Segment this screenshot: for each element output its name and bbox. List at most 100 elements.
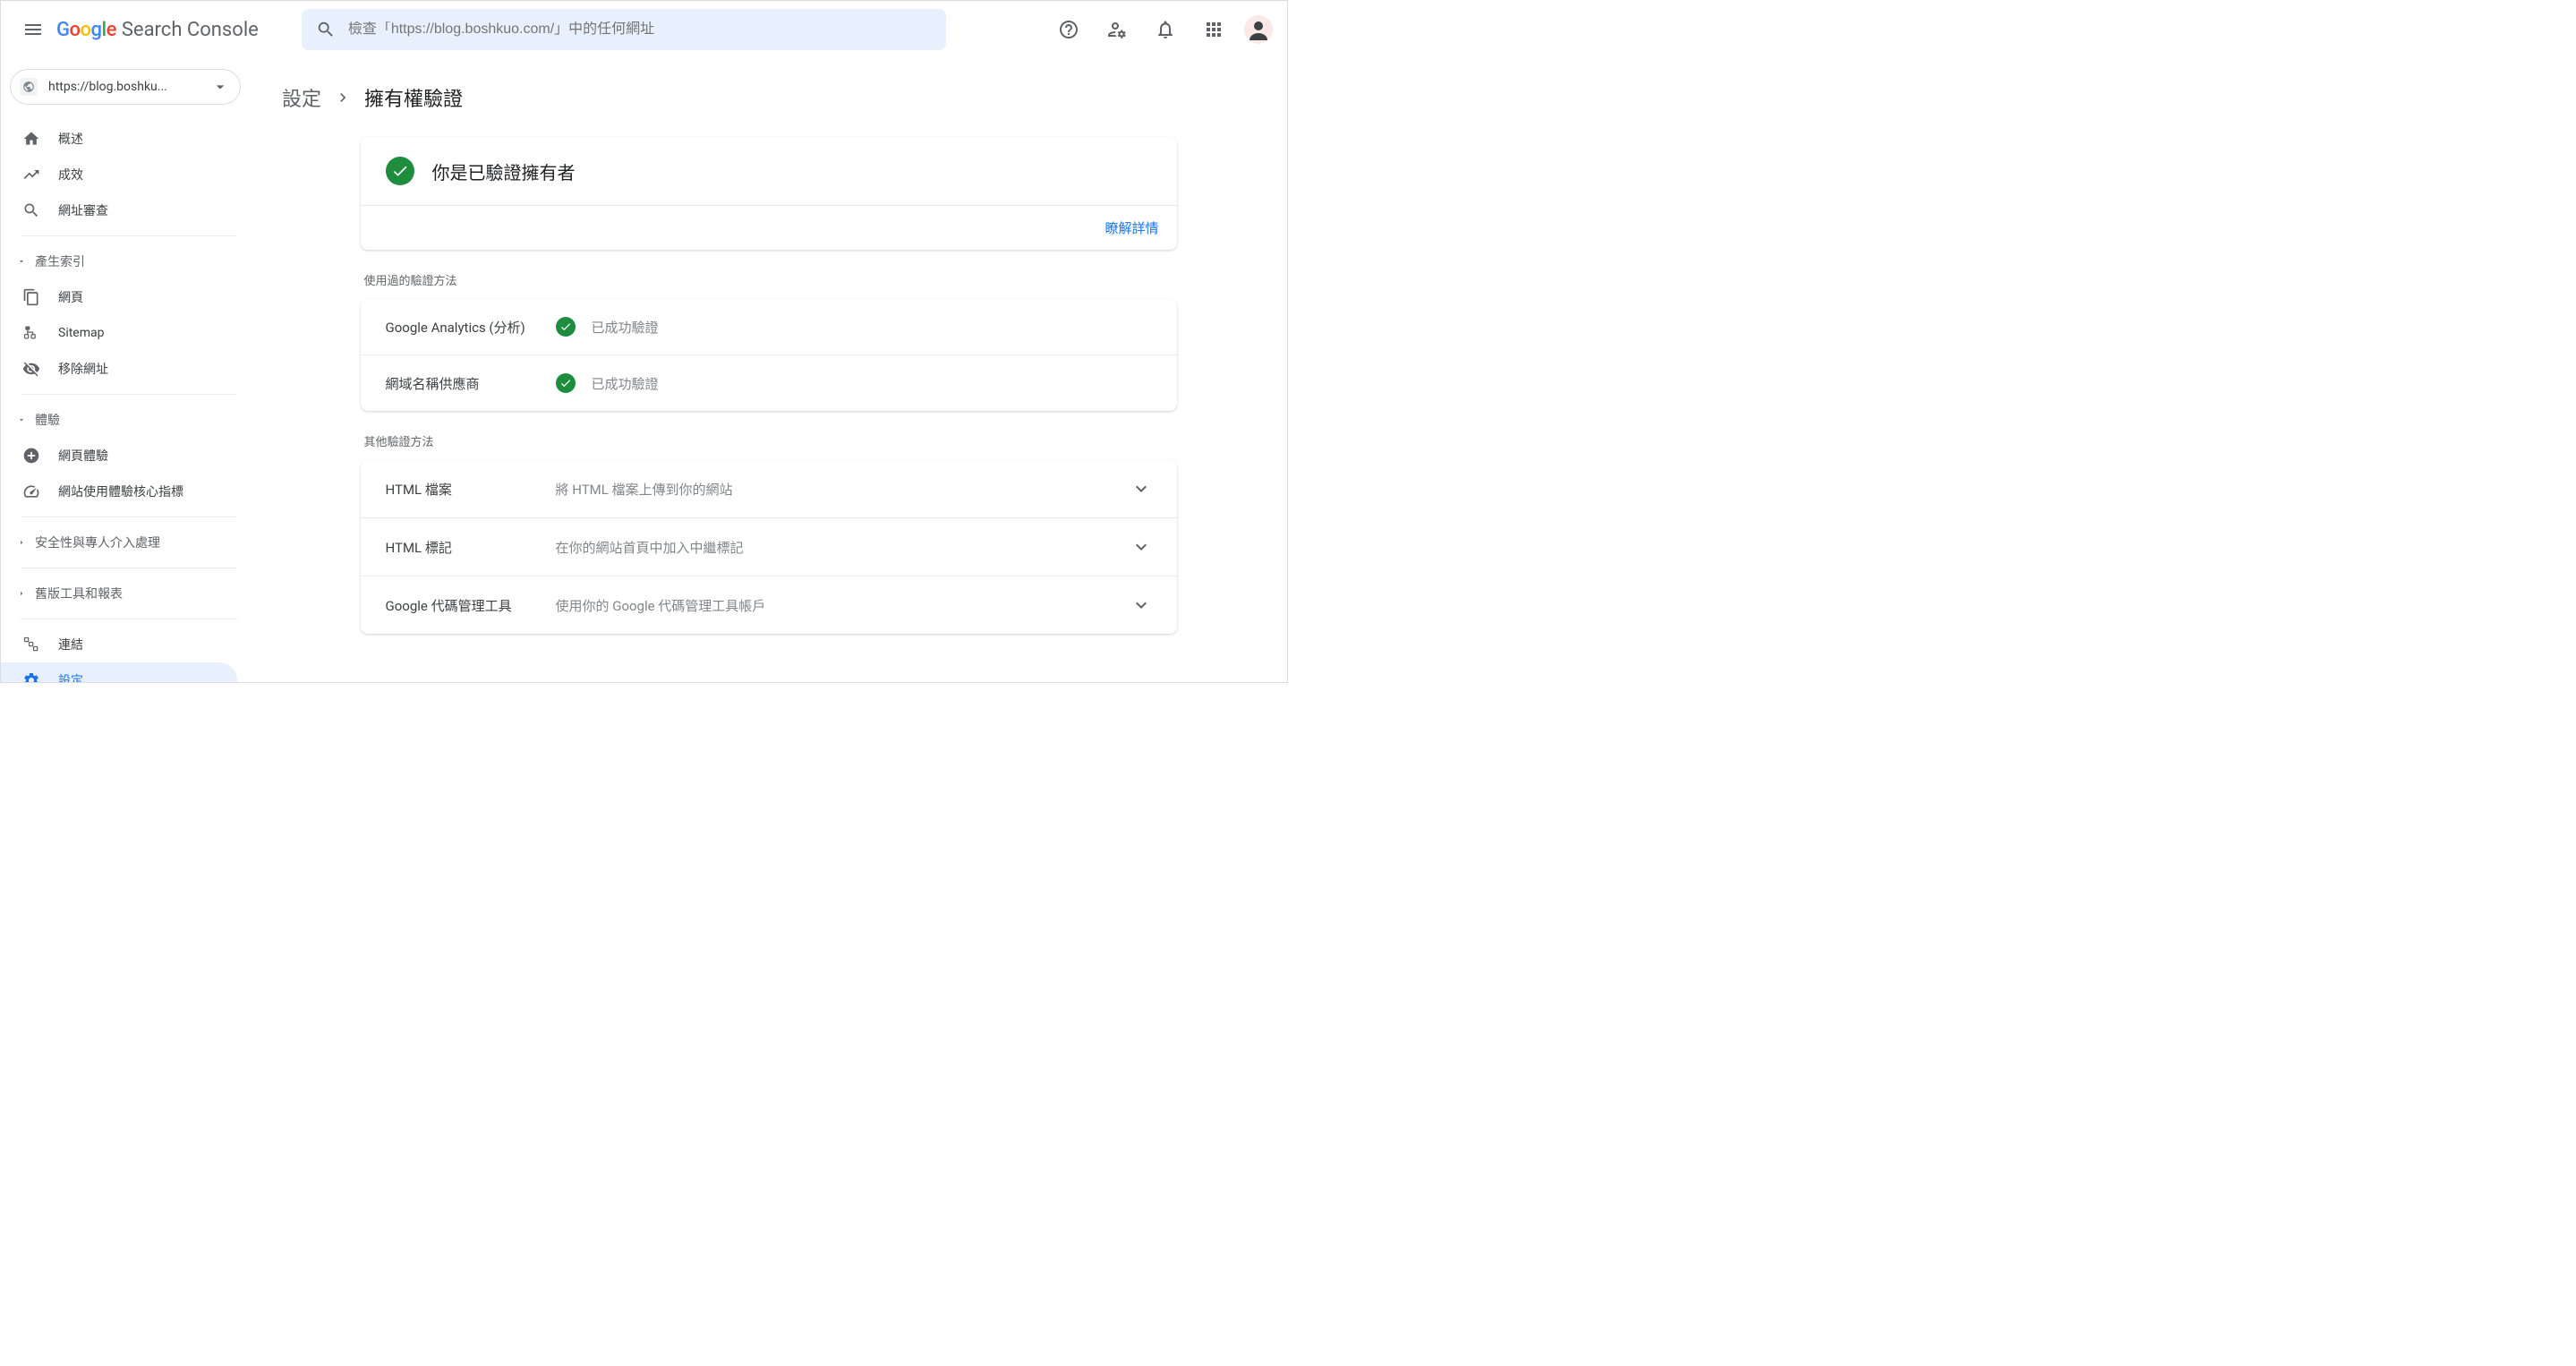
help-icon	[1058, 19, 1079, 40]
property-url: https://blog.boshku...	[48, 80, 204, 94]
caret-down-icon	[17, 415, 28, 424]
chevron-down-icon	[1130, 594, 1152, 616]
method-desc: 將 HTML 檔案上傳到你的網站	[556, 480, 1130, 499]
header-actions	[1051, 12, 1273, 47]
property-selector[interactable]: https://blog.boshku...	[10, 69, 241, 105]
sidebar-item-label: 網頁	[58, 288, 83, 306]
method-status-text: 已成功驗證	[592, 318, 659, 337]
sidebar-section-label: 體驗	[35, 411, 60, 429]
sidebar-section-security[interactable]: 安全性與專人介入處理	[1, 525, 250, 560]
help-button[interactable]	[1051, 12, 1087, 47]
method-name: 網域名稱供應商	[386, 374, 556, 393]
plus-circle-icon	[22, 447, 40, 465]
sidebar-item-pages[interactable]: 網頁	[1, 279, 237, 315]
sidebar-item-label: Sitemap	[58, 326, 104, 340]
sidebar-item-label: 網址審查	[58, 201, 108, 219]
sidebar-item-label: 網頁體驗	[58, 447, 108, 465]
globe-icon	[20, 78, 38, 96]
used-methods-card: Google Analytics (分析) 已成功驗證 網域名稱供應商 已成功驗…	[361, 299, 1177, 411]
search-bar[interactable]	[302, 9, 946, 50]
method-name: HTML 檔案	[386, 480, 556, 499]
check-circle-icon	[556, 373, 576, 393]
links-icon	[22, 636, 40, 653]
sidebar-item-removals[interactable]: 移除網址	[1, 351, 237, 387]
apps-button[interactable]	[1196, 12, 1232, 47]
search-icon	[22, 201, 40, 219]
other-methods-label: 其他驗證方法	[364, 432, 1177, 449]
gear-icon	[22, 671, 40, 682]
check-circle-icon	[386, 157, 414, 185]
sidebar-item-label: 設定	[58, 671, 83, 682]
sidebar-section-indexing[interactable]: 產生索引	[1, 243, 250, 279]
hamburger-icon	[22, 19, 44, 40]
verified-banner: 你是已驗證擁有者	[361, 137, 1177, 206]
method-row-domain[interactable]: 網域名稱供應商 已成功驗證	[361, 355, 1177, 411]
person-settings-icon	[1106, 19, 1128, 40]
sidebar-section-label: 產生索引	[35, 252, 85, 270]
notifications-button[interactable]	[1147, 12, 1183, 47]
caret-right-icon	[17, 538, 28, 547]
other-methods-card: HTML 檔案 將 HTML 檔案上傳到你的網站 HTML 標記 在你的網站首頁…	[361, 460, 1177, 634]
sidebar-section-experience[interactable]: 體驗	[1, 402, 250, 438]
logo-area[interactable]: Google Search Console	[56, 19, 259, 41]
method-row-gtm[interactable]: Google 代碼管理工具 使用你的 Google 代碼管理工具帳戶	[361, 576, 1177, 634]
caret-down-icon	[17, 257, 28, 266]
card-footer: 瞭解詳情	[361, 206, 1177, 250]
menu-button[interactable]	[15, 12, 51, 47]
trending-icon	[22, 166, 40, 184]
breadcrumb-parent[interactable]: 設定	[282, 83, 321, 112]
method-name: HTML 標記	[386, 538, 556, 557]
caret-right-icon	[17, 589, 28, 598]
pages-icon	[22, 288, 40, 306]
method-desc: 在你的網站首頁中加入中繼標記	[556, 538, 1130, 557]
visibility-off-icon	[22, 360, 40, 378]
used-methods-label: 使用過的驗證方法	[364, 271, 1177, 288]
sidebar-section-legacy[interactable]: 舊版工具和報表	[1, 576, 250, 611]
search-input[interactable]	[348, 21, 932, 38]
search-icon	[316, 20, 336, 39]
method-desc: 使用你的 Google 代碼管理工具帳戶	[556, 596, 1130, 615]
sidebar-item-links[interactable]: 連結	[1, 627, 237, 662]
sidebar-section-label: 舊版工具和報表	[35, 585, 123, 602]
method-row-ga[interactable]: Google Analytics (分析) 已成功驗證	[361, 299, 1177, 355]
bell-icon	[1155, 19, 1176, 40]
breadcrumb: 設定 擁有權驗證	[282, 83, 1255, 112]
header: Google Search Console	[1, 1, 1287, 58]
sidebar-item-label: 網站使用體驗核心指標	[58, 482, 183, 500]
verified-card: 你是已驗證擁有者 瞭解詳情	[361, 137, 1177, 250]
divider	[21, 394, 237, 395]
sidebar-item-label: 連結	[58, 636, 83, 653]
method-name: Google 代碼管理工具	[386, 596, 556, 615]
method-name: Google Analytics (分析)	[386, 318, 556, 337]
method-row-html-file[interactable]: HTML 檔案 將 HTML 檔案上傳到你的網站	[361, 460, 1177, 518]
sidebar-item-settings[interactable]: 設定	[1, 662, 237, 682]
avatar-icon	[1244, 15, 1273, 44]
sidebar-item-label: 成效	[58, 166, 83, 184]
speed-icon	[22, 482, 40, 500]
method-status: 已成功驗證	[556, 373, 659, 393]
apps-grid-icon	[1203, 19, 1224, 40]
sidebar-section-label: 安全性與專人介入處理	[35, 534, 160, 551]
method-row-html-tag[interactable]: HTML 標記 在你的網站首頁中加入中繼標記	[361, 518, 1177, 576]
chevron-down-icon	[211, 78, 229, 96]
sidebar-item-performance[interactable]: 成效	[1, 157, 237, 192]
method-status: 已成功驗證	[556, 317, 659, 337]
chevron-down-icon	[1130, 478, 1152, 499]
learn-more-button[interactable]: 瞭解詳情	[1105, 220, 1158, 236]
method-status-text: 已成功驗證	[592, 374, 659, 393]
avatar[interactable]	[1244, 15, 1273, 44]
main-content: 設定 擁有權驗證 你是已驗證擁有者 瞭解詳情 使用過的驗證方法 Google	[250, 58, 1287, 682]
sidebar-item-sitemap[interactable]: Sitemap	[1, 315, 237, 351]
check-circle-icon	[556, 317, 576, 337]
sidebar-item-page-experience[interactable]: 網頁體驗	[1, 438, 237, 474]
chevron-down-icon	[1130, 536, 1152, 558]
sidebar-item-overview[interactable]: 概述	[1, 121, 237, 157]
sidebar-item-label: 概述	[58, 130, 83, 148]
sidebar-item-core-web-vitals[interactable]: 網站使用體驗核心指標	[1, 474, 237, 509]
sitemap-icon	[22, 324, 40, 342]
sidebar: https://blog.boshku... 概述 成效 網址審查 產生索引 網…	[1, 58, 250, 682]
breadcrumb-current: 擁有權驗證	[364, 83, 463, 112]
users-button[interactable]	[1099, 12, 1135, 47]
sidebar-item-url-inspection[interactable]: 網址審查	[1, 192, 237, 228]
verified-title: 你是已驗證擁有者	[432, 158, 576, 184]
